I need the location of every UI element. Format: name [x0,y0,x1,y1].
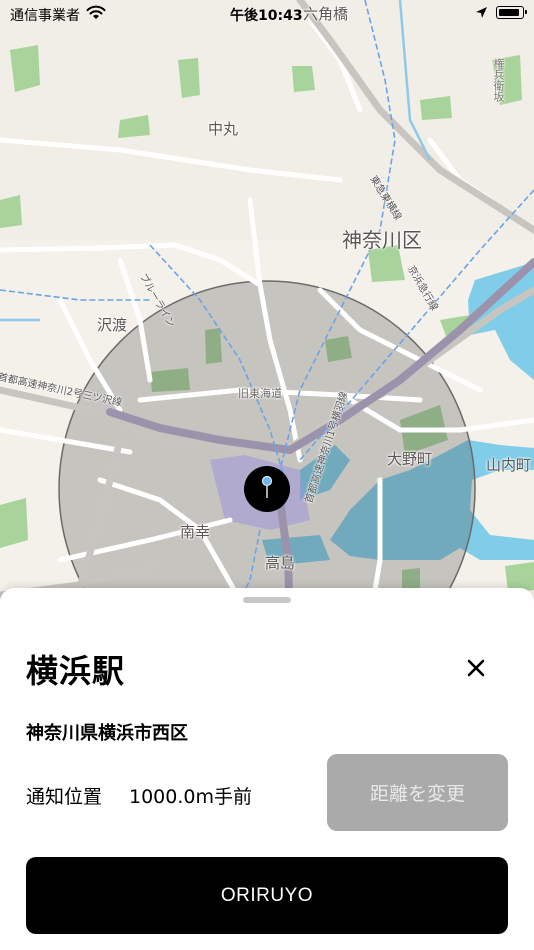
map-view[interactable]: 六角橋 中丸 神奈川区 沢渡 旧東海道 大野町 山内町 南幸 高島 権兵衛坂 ブ… [0,0,534,620]
station-pin[interactable] [244,466,290,512]
map-label-sawatari: 沢渡 [97,316,128,334]
map-label-takashima: 高島 [265,554,296,572]
status-bar: 通信事業者 午後10:43 [0,0,534,28]
location-arrow-icon [475,6,488,23]
close-icon [467,659,485,677]
map-label-kanagawa-ku: 神奈川区 [342,228,422,252]
map-pin-icon [261,475,273,498]
map-label-kyu-tokaido: 旧東海道 [238,387,282,400]
map-label-onomachi: 大野町 [387,450,433,468]
map-label-yamauchicho: 山内町 [486,456,532,474]
station-detail-sheet: 横浜駅 神奈川県横浜市西区 通知位置 1000.0m手前 距離を変更 ORIRU… [0,588,534,950]
oriruyo-button[interactable]: ORIRUYO [26,857,508,934]
notify-position-value: 1000.0m手前 [129,786,252,808]
station-address: 神奈川県横浜市西区 [26,723,188,744]
station-name: 横浜駅 [26,652,126,690]
change-distance-button[interactable]: 距離を変更 [327,754,508,831]
map-label-minamisaiwai: 南幸 [180,523,211,541]
wifi-icon [86,5,106,24]
close-button[interactable] [460,652,492,684]
battery-icon [496,6,527,19]
notify-position-label: 通知位置 [26,786,103,808]
map-label-gongen-zaka: 権兵衛坂 [492,58,505,102]
sheet-grabber[interactable] [243,597,291,603]
map-canvas [0,0,534,620]
carrier-label: 通信事業者 [10,8,80,24]
status-time: 午後10:43 [230,8,303,24]
map-label-nakamaru: 中丸 [208,120,239,138]
